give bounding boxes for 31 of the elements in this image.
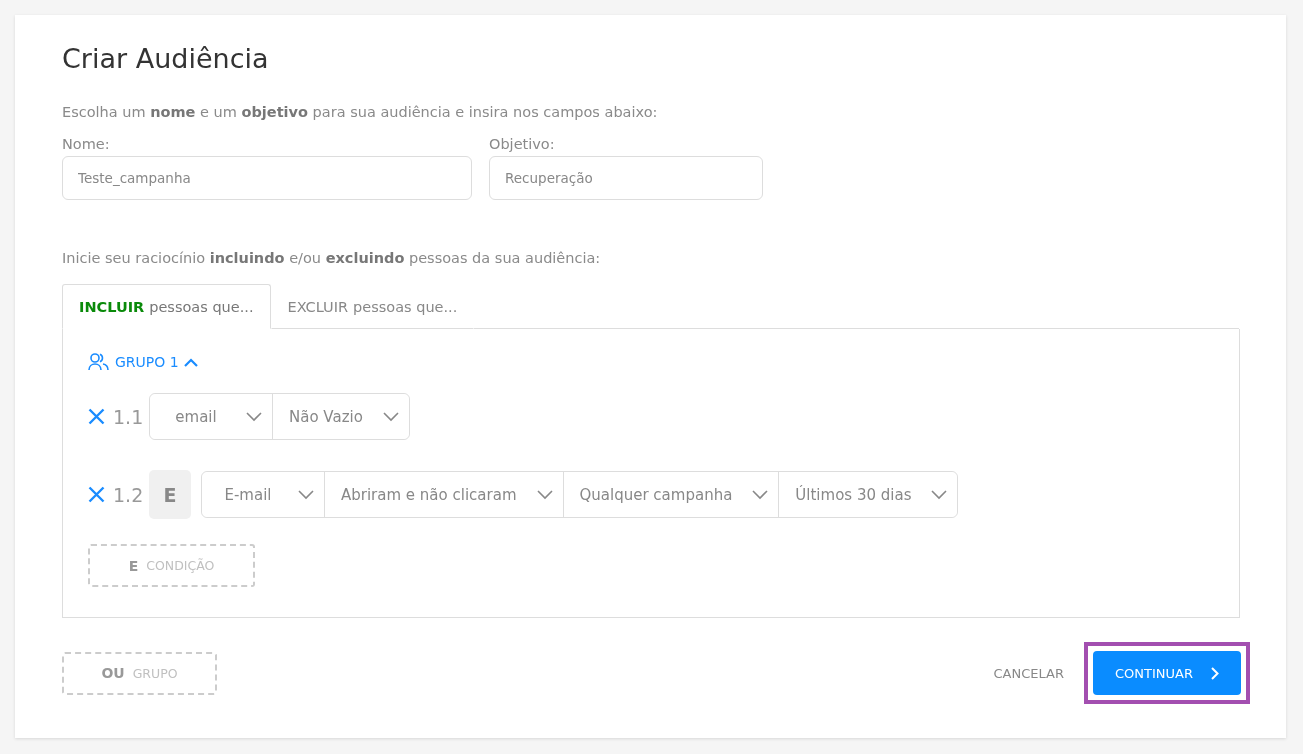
dropdown[interactable]: Últimos 30 dias	[778, 472, 958, 517]
dropdown[interactable]: Não Vazio	[272, 394, 409, 439]
instruction-text: Escolha um nome e um objetivo para sua audiência e insira nos campos abaixo:	[62, 104, 659, 120]
condition-number: 1.2	[113, 483, 145, 506]
add-group-button[interactable]: OU GRUPO	[62, 651, 217, 695]
input-field[interactable]: Recuperação	[489, 156, 763, 200]
condition-number: 1.1	[113, 405, 145, 428]
chevron-down-icon	[536, 489, 553, 500]
chevron-down-icon	[931, 489, 948, 500]
cancel-button[interactable]: CANCELAR	[987, 664, 1070, 682]
chevron-down-icon	[752, 489, 769, 500]
add-condition-button[interactable]: E CONDIÇÃO	[88, 544, 255, 587]
field-label: Objetivo:	[489, 136, 556, 152]
continue-button[interactable]: CONTINUAR	[1093, 651, 1241, 695]
group-toggle[interactable]: GRUPO 1	[88, 353, 198, 371]
page-title: Criar Audiência	[62, 43, 270, 74]
close-icon	[88, 486, 105, 503]
instruction-text: Inicie seu raciocínio incluindo e/ou excluindo pessoas da sua audiência:	[62, 250, 602, 266]
remove-button[interactable]	[88, 486, 105, 503]
chevron-right-icon	[1211, 666, 1219, 680]
close-icon	[88, 408, 105, 425]
tab[interactable]: INCLUIR pessoas que...	[62, 284, 271, 329]
input-field[interactable]: Teste_campanha	[62, 156, 472, 200]
field-label: Nome:	[62, 136, 111, 152]
chevron-down-icon	[246, 411, 262, 422]
chevron-down-icon	[298, 489, 314, 500]
connector-label: E	[149, 470, 191, 519]
remove-button[interactable]	[88, 408, 105, 425]
chevron-down-icon	[382, 411, 399, 422]
users-icon	[88, 353, 110, 371]
chevron-up-icon	[183, 357, 198, 367]
